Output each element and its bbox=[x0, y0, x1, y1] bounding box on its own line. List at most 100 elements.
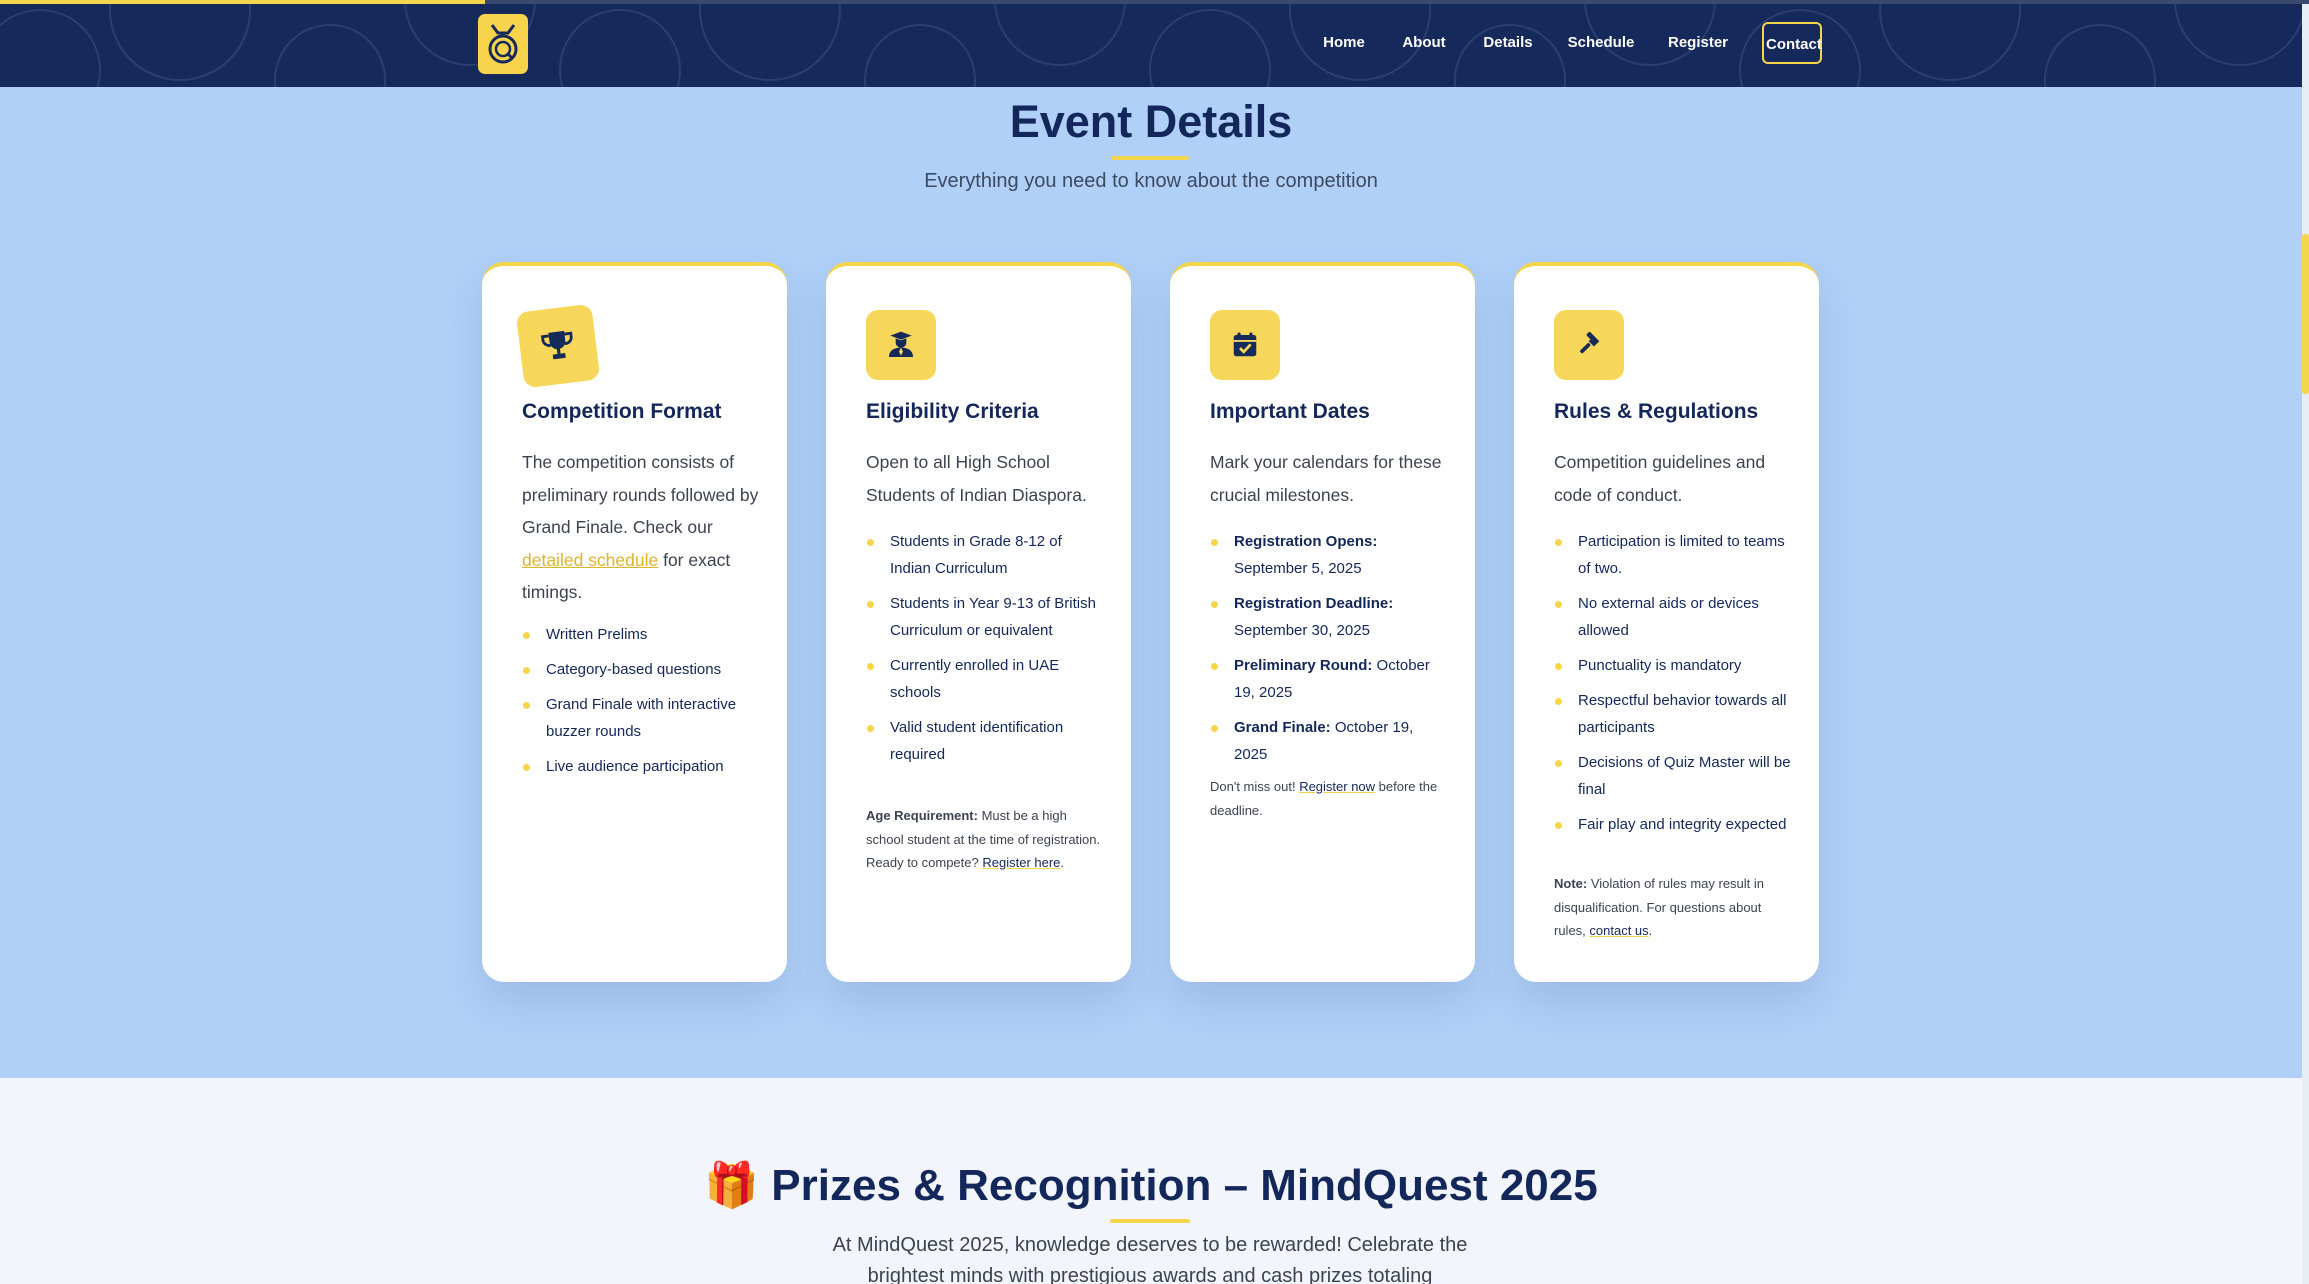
nav-schedule[interactable]: Schedule bbox=[1566, 22, 1636, 64]
list-item: Fair play and integrity expected bbox=[1554, 811, 1794, 838]
calendar-check-icon bbox=[1233, 332, 1257, 357]
prizes-description: At MindQuest 2025, knowledge deserves to… bbox=[832, 1234, 1468, 1284]
scrollbar-thumb[interactable] bbox=[2302, 234, 2309, 394]
card-title: Competition Format bbox=[522, 400, 722, 423]
title-underline bbox=[1110, 1219, 1190, 1223]
card-title: Important Dates bbox=[1210, 400, 1370, 423]
list-item: Students in Grade 8-12 of Indian Curricu… bbox=[866, 528, 1106, 582]
nav-home[interactable]: Home bbox=[1320, 22, 1368, 64]
bullet-dot bbox=[1555, 663, 1562, 670]
date-value: September 30, 2025 bbox=[1234, 622, 1370, 639]
note-end: . bbox=[1648, 923, 1653, 938]
trophy-icon bbox=[540, 330, 573, 360]
date-label: Preliminary Round: bbox=[1234, 657, 1373, 674]
reading-progress-bar bbox=[0, 0, 2309, 4]
nav-contact[interactable]: Contact bbox=[1762, 22, 1822, 64]
note-label: Note: bbox=[1554, 876, 1588, 891]
date-item: Grand Finale: October 19, 2025 bbox=[1210, 714, 1450, 768]
list-item: No external aids or devices allowed bbox=[1554, 590, 1794, 644]
list-item: Grand Finale with interactive buzzer rou… bbox=[522, 691, 762, 745]
list-item-text: Currently enrolled in UAE schools bbox=[890, 657, 1060, 701]
deadline-note: Don't miss out! Register now before the … bbox=[1210, 775, 1445, 822]
title-underline bbox=[1111, 156, 1189, 160]
register-here-link[interactable]: Register here bbox=[982, 855, 1060, 870]
card-icon-badge bbox=[866, 310, 936, 380]
card-eligibility: Eligibility Criteria Open to all High Sc… bbox=[826, 262, 1131, 982]
bullet-dot bbox=[1211, 663, 1218, 670]
list-item: Live audience participation bbox=[522, 753, 762, 780]
list-item-text: Written Prelims bbox=[546, 626, 648, 643]
date-label: Grand Finale: bbox=[1234, 719, 1331, 736]
date-label: Registration Deadline: bbox=[1234, 595, 1394, 612]
list-item: Participation is limited to teams of two… bbox=[1554, 528, 1794, 582]
prizes-title-text: Prizes & Recognition – MindQuest 2025 bbox=[771, 1161, 1598, 1210]
bullet-dot bbox=[523, 667, 530, 674]
card-title: Eligibility Criteria bbox=[866, 400, 1039, 423]
list-item-text: Respectful behavior towards all particip… bbox=[1578, 692, 1787, 736]
event-details-subtitle: Everything you need to know about the co… bbox=[924, 170, 1378, 192]
site-header: Home About Details Schedule Register Con… bbox=[0, 0, 2302, 87]
date-value: September 5, 2025 bbox=[1234, 560, 1362, 577]
list-item-text: Participation is limited to teams of two… bbox=[1578, 533, 1785, 577]
bullet-dot bbox=[867, 539, 874, 546]
list-item: Punctuality is mandatory bbox=[1554, 652, 1794, 679]
note-end: . bbox=[1060, 855, 1065, 870]
card-description: Open to all High School Students of Indi… bbox=[866, 452, 1087, 505]
list-item: Decisions of Quiz Master will be final bbox=[1554, 749, 1794, 803]
card-important-dates: Important Dates Mark your calendars for … bbox=[1170, 262, 1475, 982]
age-requirement-note: Age Requirement: Must be a high school s… bbox=[866, 804, 1101, 875]
card-icon-badge bbox=[1210, 310, 1280, 380]
gift-icon: 🎁 bbox=[704, 1161, 760, 1210]
list-item-text: Live audience participation bbox=[546, 758, 724, 775]
card-description-text: The competition consists of preliminary … bbox=[522, 452, 759, 537]
bullet-dot bbox=[1211, 725, 1218, 732]
bullet-dot bbox=[523, 702, 530, 709]
list-item-text: Grand Finale with interactive buzzer rou… bbox=[546, 696, 737, 740]
list-item-text: Decisions of Quiz Master will be final bbox=[1578, 754, 1791, 798]
note-text: Don't miss out! bbox=[1210, 779, 1300, 794]
list-item: Valid student identification required bbox=[866, 714, 1106, 768]
list-item: Currently enrolled in UAE schools bbox=[866, 652, 1106, 706]
card-competition-format: Competition Format The competition consi… bbox=[482, 262, 787, 982]
nav-about[interactable]: About bbox=[1400, 22, 1448, 64]
reading-progress-fill bbox=[0, 0, 485, 4]
list-item-text: Punctuality is mandatory bbox=[1578, 657, 1742, 674]
bullet-dot bbox=[1555, 698, 1562, 705]
card-icon-badge bbox=[515, 303, 601, 389]
card-description: The competition consists of preliminary … bbox=[522, 446, 762, 609]
format-list: Written Prelims Category-based questions… bbox=[522, 621, 762, 788]
prizes-title: 🎁 Prizes & Recognition – MindQuest 2025 bbox=[0, 1159, 2302, 1211]
note-label: Age Requirement: bbox=[866, 808, 978, 823]
list-item-text: No external aids or devices allowed bbox=[1578, 595, 1759, 639]
date-label: Registration Opens: bbox=[1234, 533, 1378, 550]
list-item-text: Fair play and integrity expected bbox=[1578, 816, 1787, 833]
prizes-section: 🎁 Prizes & Recognition – MindQuest 2025 … bbox=[0, 1078, 2302, 1284]
rules-note: Note: Violation of rules may result in d… bbox=[1554, 872, 1789, 943]
date-item: Preliminary Round: October 19, 2025 bbox=[1210, 652, 1450, 706]
list-item: Category-based questions bbox=[522, 656, 762, 683]
rules-list: Participation is limited to teams of two… bbox=[1554, 528, 1794, 846]
bullet-dot bbox=[867, 663, 874, 670]
list-item-text: Students in Grade 8-12 of Indian Curricu… bbox=[890, 533, 1062, 577]
nav-register[interactable]: Register bbox=[1667, 22, 1729, 64]
list-item-text: Category-based questions bbox=[546, 661, 722, 678]
register-now-link[interactable]: Register now bbox=[1299, 779, 1375, 794]
card-description: Competition guidelines and code of condu… bbox=[1554, 452, 1766, 505]
contact-us-link[interactable]: contact us bbox=[1589, 923, 1648, 938]
bullet-dot bbox=[1211, 601, 1218, 608]
bullet-dot bbox=[1555, 601, 1562, 608]
list-item: Students in Year 9-13 of British Curricu… bbox=[866, 590, 1106, 644]
bullet-dot bbox=[1211, 539, 1218, 546]
bullet-dot bbox=[867, 601, 874, 608]
date-item: Registration Opens: September 5, 2025 bbox=[1210, 528, 1450, 582]
card-description: Mark your calendars for these crucial mi… bbox=[1210, 452, 1442, 505]
bullet-dot bbox=[1555, 539, 1562, 546]
main-nav: Home About Details Schedule Register Con… bbox=[0, 0, 2302, 87]
event-details-title: Event Details bbox=[1009, 96, 1293, 147]
date-item: Registration Deadline: September 30, 202… bbox=[1210, 590, 1450, 644]
nav-details[interactable]: Details bbox=[1481, 22, 1535, 64]
card-title: Rules & Regulations bbox=[1554, 400, 1759, 423]
detailed-schedule-link[interactable]: detailed schedule bbox=[522, 550, 658, 570]
bullet-dot bbox=[867, 725, 874, 732]
page-scrollbar[interactable] bbox=[2302, 0, 2309, 1284]
